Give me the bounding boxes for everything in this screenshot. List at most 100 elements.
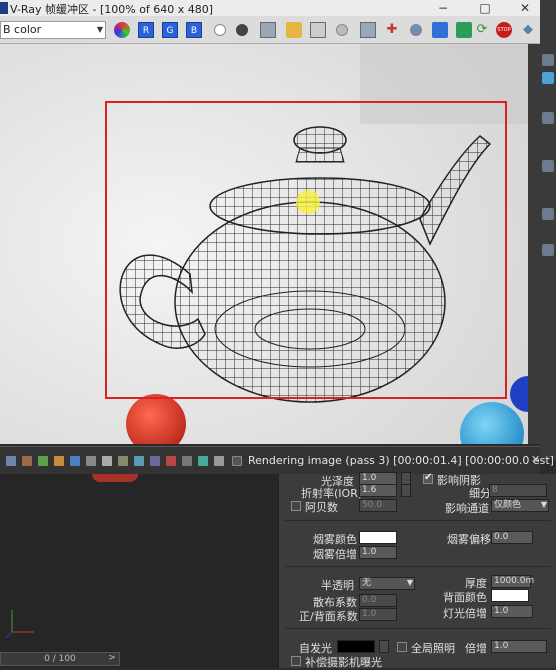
load-image-icon[interactable] xyxy=(286,22,302,38)
viewport-scrollbar[interactable] xyxy=(528,44,540,444)
divider xyxy=(285,566,551,567)
hierarchy-icon[interactable] xyxy=(542,112,554,124)
ocio-icon[interactable] xyxy=(150,456,160,466)
ab-compare-icon[interactable] xyxy=(198,456,208,466)
save-image-icon[interactable] xyxy=(260,22,276,38)
thickness-spinner[interactable]: 1000.0m xyxy=(491,575,534,588)
alpha-white-button[interactable] xyxy=(214,24,226,36)
close-button[interactable]: ✕ xyxy=(510,0,540,16)
stamp-icon[interactable] xyxy=(182,456,192,466)
red-channel-button[interactable]: R xyxy=(138,22,154,38)
affect-channels-label: 影响通道 xyxy=(445,502,489,515)
fog-color-label: 烟雾颜色 xyxy=(313,533,357,546)
render-viewport[interactable] xyxy=(0,44,528,444)
divider xyxy=(285,520,551,521)
chevron-down-icon: ▼ xyxy=(96,25,103,34)
translucency-dropdown[interactable]: 无 ▼ xyxy=(359,577,415,590)
compare-icon[interactable] xyxy=(22,456,32,466)
chevron-down-icon: ▼ xyxy=(406,578,413,587)
channel-select[interactable]: B color ▼ xyxy=(0,21,106,39)
back-color-label: 背面颜色 xyxy=(443,591,487,604)
affect-shadows-checkbox[interactable] xyxy=(423,472,433,484)
lens-effects-icon[interactable] xyxy=(432,22,448,38)
self-illum-mult-spinner[interactable]: 1.0 xyxy=(491,640,547,653)
region-icon[interactable] xyxy=(232,456,242,466)
ior-map-button[interactable] xyxy=(401,484,411,497)
teapot-render-icon[interactable]: ◆ xyxy=(520,22,536,38)
fog-multiplier-spinner[interactable]: 1.0 xyxy=(359,546,397,559)
vfb-status-bar: Rendering image (pass 3) [00:00:01.4] [0… xyxy=(0,446,554,474)
ior-spinner[interactable]: 1.6 xyxy=(359,484,397,497)
self-illum-map-button[interactable] xyxy=(379,640,389,653)
gi-checkbox[interactable] xyxy=(397,642,407,652)
fog-color-swatch[interactable] xyxy=(359,531,397,544)
display-icon[interactable] xyxy=(542,208,554,220)
minimize-button[interactable]: − xyxy=(428,0,458,16)
utilities-icon[interactable] xyxy=(542,244,554,256)
abbe-label: 阿贝数 xyxy=(305,501,338,514)
blue-channel-button[interactable]: B xyxy=(186,22,202,38)
status-close-button[interactable]: ✕ xyxy=(531,453,540,466)
hsl-icon[interactable] xyxy=(70,456,80,466)
maximize-button[interactable]: □ xyxy=(470,0,500,16)
title-bar: V-Ray 帧缓冲区 - [100% of 640 x 480] − □ ✕ xyxy=(0,0,556,16)
affect-channels-value: 仅颜色 xyxy=(494,500,522,510)
scatter-coeff-spinner[interactable]: 0.0 xyxy=(359,594,397,607)
icc-icon[interactable] xyxy=(166,456,176,466)
vray-logo-icon xyxy=(0,2,8,14)
self-illum-mult-label: 倍增 xyxy=(465,642,487,655)
gi-label: 全局照明 xyxy=(411,642,455,655)
duplicate-to-vfb-icon[interactable] xyxy=(360,22,376,38)
compensate-exposure-checkbox[interactable] xyxy=(291,656,301,666)
lut-icon[interactable] xyxy=(134,456,144,466)
sphere-preview xyxy=(92,474,138,482)
clear-button[interactable] xyxy=(336,24,348,36)
fog-multiplier-label: 烟雾倍增 xyxy=(313,548,357,561)
self-illum-swatch[interactable] xyxy=(337,640,375,653)
chevron-down-icon: ▼ xyxy=(540,500,547,509)
history-icon[interactable] xyxy=(6,456,16,466)
material-properties-panel: 光泽度 1.0 影响阴影 折射率(IOR) 1.6 细分 8 阿贝数 50.0 … xyxy=(278,472,556,669)
axis-gizmo-icon xyxy=(5,610,34,639)
white-balance-icon[interactable] xyxy=(54,456,64,466)
clear-image-icon[interactable] xyxy=(310,22,326,38)
translucency-value: 无 xyxy=(362,578,372,588)
rendered-image xyxy=(0,44,528,444)
track-mouse-icon[interactable]: ✚ xyxy=(384,22,400,38)
max-command-strip xyxy=(540,0,556,460)
color-correction-icon[interactable] xyxy=(456,22,472,38)
fwd-bck-coeff-spinner[interactable]: 1.0 xyxy=(359,608,397,621)
time-slider-next-button[interactable]: > xyxy=(104,652,120,666)
motion-icon[interactable] xyxy=(542,160,554,172)
lens-icon[interactable] xyxy=(214,456,224,466)
curves-icon[interactable] xyxy=(102,456,112,466)
subdivs-label: 细分 xyxy=(469,487,491,500)
vfb-toolbar: B color ▼ R G B ✚ ⟳ STOP ◆ xyxy=(0,16,540,44)
back-color-swatch[interactable] xyxy=(491,589,529,602)
channel-select-value: B color xyxy=(3,23,42,36)
green-channel-button[interactable]: G xyxy=(162,22,178,38)
render-region-button[interactable] xyxy=(410,24,422,36)
exposure-icon[interactable] xyxy=(38,456,48,466)
fog-bias-label: 烟雾偏移 xyxy=(447,533,491,546)
bg-image-icon[interactable] xyxy=(118,456,128,466)
modify-icon[interactable] xyxy=(542,72,554,84)
fwd-bck-coeff-label: 正/背面系数 xyxy=(299,610,358,623)
levels-icon[interactable] xyxy=(86,456,96,466)
render-status-text: Rendering image (pass 3) [00:00:01.4] [0… xyxy=(248,454,554,467)
stop-render-button[interactable]: STOP xyxy=(496,22,512,38)
subdivs-spinner[interactable]: 8 xyxy=(489,484,547,497)
lower-viewport[interactable] xyxy=(0,474,278,668)
translucency-label: 半透明 xyxy=(321,579,354,592)
fog-bias-spinner[interactable]: 0.0 xyxy=(491,531,533,544)
affect-channels-dropdown[interactable]: 仅颜色 ▼ xyxy=(491,499,549,512)
time-slider[interactable]: 0 / 100 xyxy=(0,652,120,666)
abbe-checkbox[interactable] xyxy=(291,501,301,511)
create-icon[interactable] xyxy=(542,54,554,66)
monochrome-button[interactable] xyxy=(236,24,248,36)
refresh-icon[interactable]: ⟳ xyxy=(474,22,490,38)
window-title: V-Ray 帧缓冲区 - [100% of 640 x 480] xyxy=(10,3,214,16)
abbe-spinner[interactable]: 50.0 xyxy=(359,499,397,512)
color-wheel-icon[interactable] xyxy=(114,22,130,38)
light-multiplier-spinner[interactable]: 1.0 xyxy=(491,605,533,618)
